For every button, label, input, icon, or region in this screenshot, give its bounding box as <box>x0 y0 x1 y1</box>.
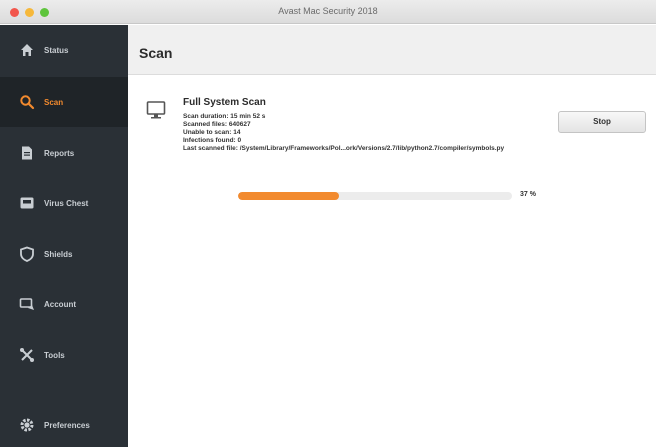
tools-icon <box>18 346 36 364</box>
chest-icon <box>18 194 36 212</box>
sidebar-item-tools[interactable]: Tools <box>0 330 128 380</box>
sidebar-item-shields[interactable]: Shields <box>0 229 128 279</box>
page-header: Scan <box>128 25 656 75</box>
sidebar-item-label: Reports <box>44 148 75 158</box>
search-icon <box>18 93 36 111</box>
sidebar-item-label: Preferences <box>44 420 90 430</box>
gear-icon <box>18 416 36 434</box>
sidebar-item-scan[interactable]: Scan <box>0 77 128 127</box>
sidebar-item-label: Account <box>44 299 76 309</box>
sidebar: Status Scan Reports Virus Chest Shields <box>0 25 128 447</box>
stop-button[interactable]: Stop <box>558 111 646 133</box>
app-window: Avast Mac Security 2018 Status Scan Repo… <box>0 0 656 447</box>
page-title: Scan <box>139 45 173 61</box>
scan-duration: Scan duration: 15 min 52 s <box>183 113 266 120</box>
scan-progress-percent: 37 % <box>520 191 536 198</box>
sidebar-item-label: Virus Chest <box>44 198 89 208</box>
sidebar-item-label: Status <box>44 45 69 55</box>
shield-icon <box>18 245 36 263</box>
monitor-icon <box>146 101 166 119</box>
window-title: Avast Mac Security 2018 <box>278 6 378 16</box>
home-icon <box>18 41 36 59</box>
unable-to-scan: Unable to scan: 14 <box>183 129 241 136</box>
sidebar-item-status[interactable]: Status <box>0 25 128 75</box>
scan-title: Full System Scan <box>183 97 266 108</box>
sidebar-item-label: Shields <box>44 249 73 259</box>
scan-progress-bar <box>238 192 512 200</box>
sidebar-item-virus-chest[interactable]: Virus Chest <box>0 178 128 228</box>
sidebar-item-label: Scan <box>44 97 64 107</box>
main-panel: Scan Full System Scan Scan duration: 15 … <box>128 25 656 447</box>
sidebar-item-reports[interactable]: Reports <box>0 128 128 178</box>
sidebar-item-label: Tools <box>44 350 65 360</box>
scanned-files: Scanned files: 640627 <box>183 121 251 128</box>
sidebar-item-preferences[interactable]: Preferences <box>0 400 128 447</box>
last-scanned-file: Last scanned file: /System/Library/Frame… <box>183 145 505 152</box>
sidebar-item-account[interactable]: Account <box>0 279 128 329</box>
document-icon <box>18 144 36 162</box>
infections-found: Infections found: 0 <box>183 137 242 144</box>
scan-progress-fill <box>238 192 340 200</box>
account-icon <box>18 295 36 313</box>
title-bar: Avast Mac Security 2018 <box>0 0 656 24</box>
